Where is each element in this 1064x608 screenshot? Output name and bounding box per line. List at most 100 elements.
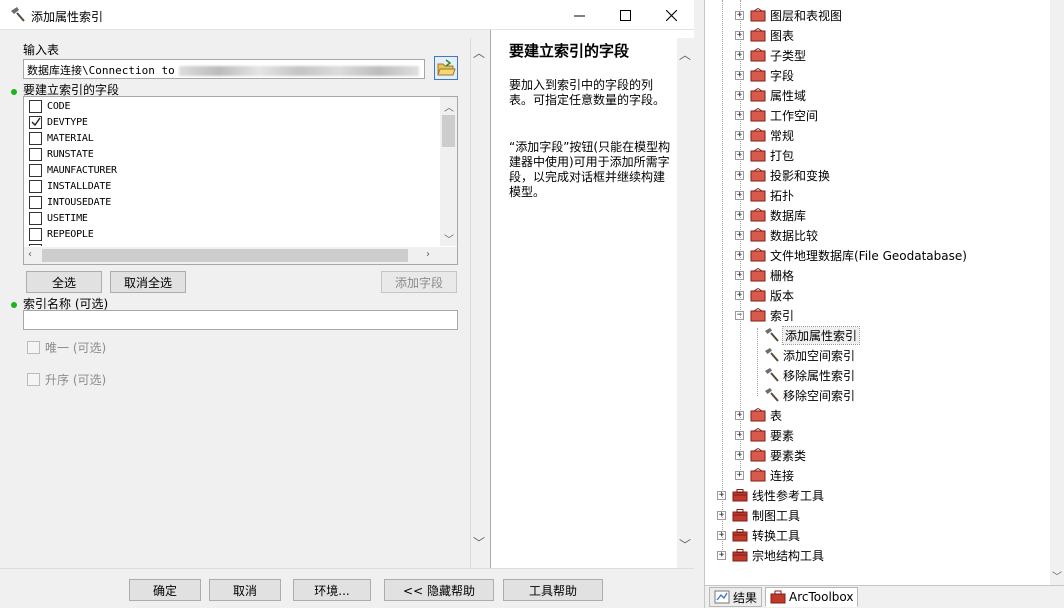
toolbox-tool-item[interactable]: 移除属性索引 <box>763 366 855 384</box>
field-checkbox[interactable] <box>29 179 42 193</box>
scroll-down-icon[interactable]: ﹀ <box>1052 568 1062 583</box>
toolbox-toolset-item[interactable]: + 子类型 <box>735 46 806 64</box>
field-row[interactable]: DISTRICT <box>29 242 94 246</box>
toolset-icon <box>750 188 766 202</box>
toolbox-tool-item[interactable]: 添加属性索引 <box>763 325 861 345</box>
toolbox-toolset-item[interactable]: + 图层和表视图 <box>735 6 842 24</box>
toolbox-icon <box>732 529 748 542</box>
index-name-input[interactable] <box>23 310 458 330</box>
scroll-down-icon[interactable]: ﹀ <box>444 231 454 246</box>
field-name: REPEOPLE <box>47 228 94 240</box>
tree-item-label: 要素 <box>770 428 795 443</box>
toolbox-toolset-item[interactable]: + 打包 <box>735 146 794 164</box>
field-checkbox[interactable] <box>29 131 42 145</box>
input-table-label: 输入表 <box>23 43 60 57</box>
field-checkbox[interactable] <box>29 243 42 246</box>
toolbox-toolset-item[interactable]: + 版本 <box>735 286 794 304</box>
toolbox-toolset-item[interactable]: + 图表 <box>735 26 794 44</box>
close-button[interactable] <box>648 0 694 30</box>
toolbox-toolset-item[interactable]: + 投影和变换 <box>735 166 830 184</box>
field-row[interactable]: CODE <box>29 98 70 114</box>
toolbox-toolset-item[interactable]: − 索引 <box>735 306 794 324</box>
field-checkbox[interactable] <box>29 147 42 161</box>
tab-results[interactable]: 结果 <box>709 587 763 607</box>
toolbox-toolset-item[interactable]: + 常规 <box>735 126 794 144</box>
scroll-down-icon[interactable]: ﹀ <box>473 534 485 551</box>
toolbox-toolset-item[interactable]: + 转换工具 <box>717 526 800 544</box>
scroll-up-icon[interactable]: ︿ <box>679 46 691 63</box>
scroll-right-icon[interactable]: › <box>426 249 430 260</box>
toolbox-toolset-item[interactable]: + 要素类 <box>735 446 806 464</box>
tree-item-label: 连接 <box>770 468 795 483</box>
field-row[interactable]: REPEOPLE <box>29 226 94 242</box>
field-row[interactable]: USETIME <box>29 210 88 226</box>
input-table-field[interactable]: 数据库连接\Connection to <box>23 59 425 79</box>
toolbox-toolset-item[interactable]: + 线性参考工具 <box>717 486 824 504</box>
toolbox-toolset-item[interactable]: + 数据库 <box>735 206 806 224</box>
add-field-button[interactable]: 添加字段 <box>381 271 457 293</box>
toolset-icon <box>750 248 766 262</box>
field-checkbox[interactable] <box>29 227 42 241</box>
toolbox-icon <box>732 549 748 562</box>
toolbox-toolset-item[interactable]: + 属性域 <box>735 86 806 104</box>
minimize-button[interactable] <box>556 0 602 30</box>
clear-all-button[interactable]: 取消全选 <box>110 271 186 293</box>
field-checkbox[interactable] <box>29 163 42 177</box>
toolbox-toolset-item[interactable]: + 数据比较 <box>735 226 818 244</box>
toolbox-scrollbar[interactable]: ﹀ <box>1050 0 1064 585</box>
unique-option[interactable]: 唯一 (可选) <box>27 339 106 356</box>
scroll-thumb[interactable] <box>442 115 455 147</box>
tool-help-button[interactable]: 工具帮助 <box>503 579 603 601</box>
toolbox-toolset-item[interactable]: + 工作空间 <box>735 106 818 124</box>
browse-button[interactable] <box>434 56 458 80</box>
toolbox-toolset-item[interactable]: + 要素 <box>735 426 794 444</box>
ascending-option[interactable]: 升序 (可选) <box>27 371 106 388</box>
toolbox-tool-item[interactable]: 移除空间索引 <box>763 386 855 404</box>
toolbox-tool-item[interactable]: 添加空间索引 <box>763 346 855 364</box>
toolset-icon <box>750 448 766 462</box>
help-scrollbar[interactable]: ︿ ﹀ <box>677 38 694 568</box>
toolbox-toolset-item[interactable]: + 制图工具 <box>717 506 800 524</box>
field-checkbox[interactable] <box>29 99 42 113</box>
hide-help-button[interactable]: << 隐藏帮助 <box>384 579 494 601</box>
environments-button[interactable]: 环境... <box>293 579 371 601</box>
field-checkbox[interactable] <box>29 195 42 209</box>
field-row[interactable]: INTOUSEDATE <box>29 194 111 210</box>
fields-vertical-scrollbar[interactable]: ︿ ﹀ <box>440 97 457 246</box>
maximize-button[interactable] <box>602 0 648 30</box>
field-checkbox[interactable] <box>29 115 42 129</box>
toolbox-toolset-item[interactable]: + 拓扑 <box>735 186 794 204</box>
toolbox-toolset-item[interactable]: + 宗地结构工具 <box>717 546 824 564</box>
ok-button[interactable]: 确定 <box>129 579 201 601</box>
toolbox-toolset-item[interactable]: + 字段 <box>735 66 794 84</box>
hammer-icon <box>765 348 779 362</box>
field-row[interactable]: MAUNFACTURER <box>29 162 117 178</box>
scroll-down-icon[interactable]: ﹀ <box>679 536 691 553</box>
parameters-scrollbar[interactable]: ︿ ﹀ <box>470 38 487 568</box>
toolbox-toolset-item[interactable]: + 文件地理数据库(File Geodatabase) <box>735 246 967 264</box>
fields-list[interactable]: CODE DEVTYPE MATERIAL RUNSTATE MAUNFACTURER I… <box>23 96 458 265</box>
field-row[interactable]: INSTALLDATE <box>29 178 111 194</box>
cancel-button[interactable]: 取消 <box>209 579 281 601</box>
fields-rows: CODE DEVTYPE MATERIAL RUNSTATE MAUNFACTURER I… <box>24 97 440 246</box>
fields-horizontal-scrollbar[interactable]: ‹ › <box>24 247 457 264</box>
unique-checkbox[interactable] <box>27 341 40 354</box>
toolbox-toolset-item[interactable]: + 连接 <box>735 466 794 484</box>
field-row[interactable]: RUNSTATE <box>29 146 94 162</box>
toolbox-toolset-item[interactable]: + 栅格 <box>735 266 794 284</box>
field-row[interactable]: DEVTYPE <box>29 114 88 130</box>
expand-icon[interactable]: + <box>735 470 744 480</box>
scroll-thumb[interactable] <box>42 249 408 262</box>
scroll-left-icon[interactable]: ‹ <box>28 249 32 260</box>
ascending-checkbox[interactable] <box>27 373 40 386</box>
field-checkbox[interactable] <box>29 211 42 225</box>
tree-item-label: 线性参考工具 <box>752 488 825 503</box>
title-bar[interactable]: 添加属性索引 <box>0 0 694 30</box>
select-all-button[interactable]: 全选 <box>26 271 102 293</box>
tab-arctoolbox[interactable]: ArcToolbox <box>765 587 859 607</box>
tree-item-label: 图表 <box>770 28 795 43</box>
scroll-up-icon[interactable]: ︿ <box>473 44 485 61</box>
field-row[interactable]: MATERIAL <box>29 130 94 146</box>
scroll-up-icon[interactable]: ︿ <box>444 99 454 114</box>
toolbox-toolset-item[interactable]: + 表 <box>735 406 782 424</box>
